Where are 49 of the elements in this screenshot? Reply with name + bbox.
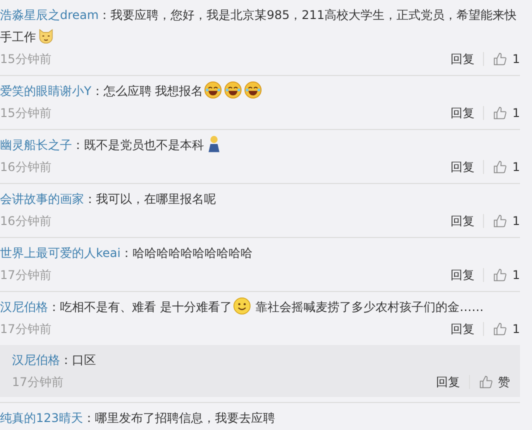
laughing-face-icon [244,81,262,99]
comment-text: 纯真的123晴天：哪里发布了招聘信息，我要去应聘 [0,410,276,427]
thumbs-up-icon [493,52,508,66]
comment-text: 浩淼星辰之dream：我要应聘，您好，我是北京某985，211高校大学生，正式党员，希望能来快手工作 [0,7,518,47]
thumbs-up-icon [479,375,493,389]
reply-link[interactable]: 回复 [450,268,484,282]
like-button[interactable]: 赞 [470,371,520,393]
reply-link[interactable]: 回复 [450,322,484,336]
smiley-face-icon [232,297,251,315]
thumbs-up-icon [493,322,508,336]
like-button[interactable]: 1 [484,156,520,178]
like-button[interactable]: 1 [484,264,520,286]
timestamp: 16分钟前 [0,159,52,176]
timestamp: 15分钟前 [0,51,52,68]
reply-link[interactable]: 回复 [450,160,484,174]
timestamp: 17分钟前 [0,267,52,284]
laughing-face-icon [204,81,222,99]
reply-link[interactable]: 回复 [450,106,484,120]
laughing-face-icon [224,81,242,99]
username-link[interactable]: 浩淼星辰之dream [0,8,99,22]
comment-text: 会讲故事的画家：我可以，在哪里报名呢 [0,191,217,208]
comment-text: 世界上最可爱的人keai：哈哈哈哈哈哈哈哈哈哈 [0,245,254,262]
reply-link[interactable]: 回复 [436,375,470,389]
username-link[interactable]: 会讲故事的画家 [0,192,84,206]
like-button[interactable]: 1 [484,210,520,232]
username-link[interactable]: 汉尼伯格 [12,353,60,367]
comment-text: 幽灵船长之子：既不是党员也不是本科 [0,134,520,156]
username-link[interactable]: 汉尼伯格 [0,300,48,314]
username-link[interactable]: 爱笑的眼睛谢小Y [0,84,92,98]
comment-text: 爱笑的眼睛谢小Y：怎么应聘 我想报名 [0,80,520,102]
timestamp: 15分钟前 [0,105,52,122]
thumbs-up-icon [493,160,508,174]
username-link[interactable]: 纯真的123晴天 [0,411,83,425]
like-button[interactable]: 1 [484,48,520,70]
username-link[interactable]: 世界上最可爱的人keai [0,246,121,260]
timestamp: 16分钟前 [0,213,52,230]
comment-text: 汉尼伯格：口区 [12,352,97,369]
thumbs-up-icon [493,214,508,228]
timestamp: 17分钟前 [12,374,64,391]
comment-text: 汉尼伯格：吃相不是有、难看 是十分难看了 靠社会摇喊麦捞了多少农村孩子们的金…… [0,296,520,318]
timestamp: 17分钟前 [0,321,52,338]
username-link[interactable]: 幽灵船长之子 [0,138,72,152]
thumbs-up-icon [493,106,508,120]
reply-link[interactable]: 回复 [450,214,484,228]
reply-link[interactable]: 回复 [450,52,484,66]
cat-face-icon [37,27,55,45]
like-button[interactable]: 1 [484,102,520,124]
like-button[interactable]: 1 [484,318,520,340]
thumbs-up-icon [493,268,508,282]
